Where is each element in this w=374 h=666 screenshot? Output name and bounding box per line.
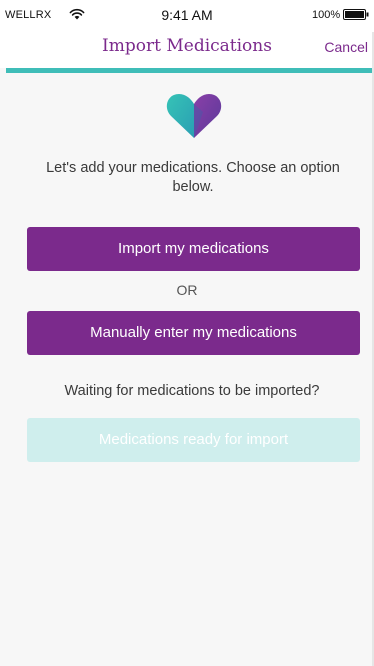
- nav-accent-bar: [6, 68, 374, 73]
- waiting-text: Waiting for medications to be imported?: [64, 383, 320, 399]
- medications-ready-button[interactable]: Medications ready for import: [27, 418, 360, 462]
- status-bar: WELLRX 9:41 AM 100%: [0, 0, 374, 32]
- battery-icon: [343, 9, 369, 20]
- battery-percent: 100%: [312, 9, 341, 21]
- manual-entry-button[interactable]: Manually enter my medications: [27, 311, 360, 355]
- or-divider-label: OR: [176, 282, 198, 298]
- cancel-button[interactable]: Cancel: [324, 39, 368, 55]
- import-medications-button[interactable]: Import my medications: [27, 227, 360, 271]
- heart-icon: [166, 94, 222, 138]
- navigation-bar: Import Medications Cancel: [0, 32, 374, 68]
- intro-text: Let's add your medications. Choose an op…: [46, 160, 340, 195]
- app-screen: WELLRX 9:41 AM 100% Import Medications C…: [0, 0, 374, 666]
- page-title: Import Medications: [102, 36, 272, 56]
